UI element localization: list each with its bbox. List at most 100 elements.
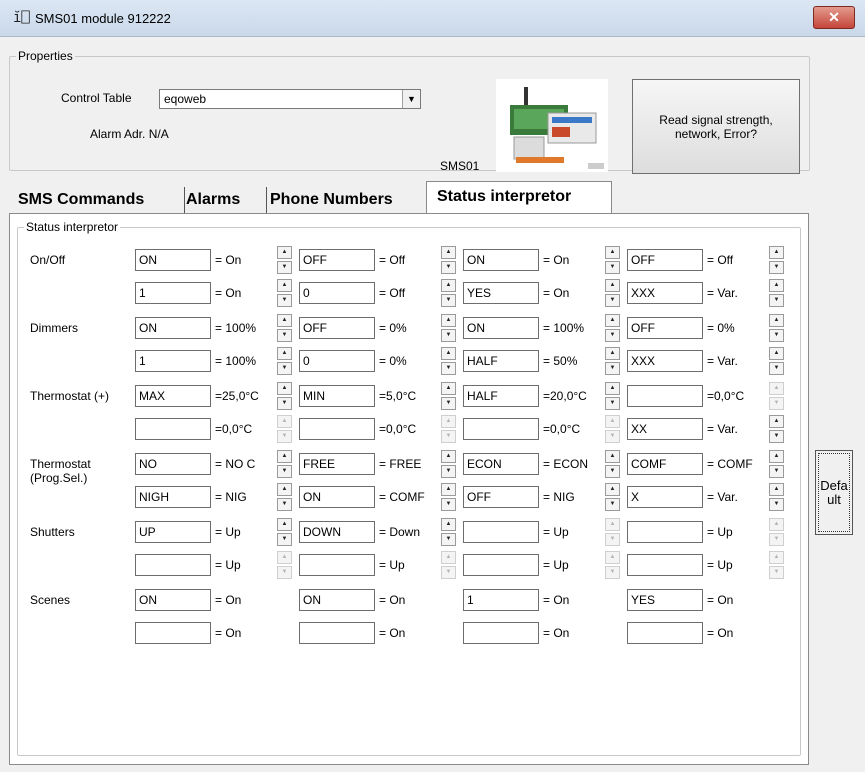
- spin-up-icon[interactable]: ▲: [769, 518, 784, 531]
- spin-up-icon[interactable]: ▲: [605, 314, 620, 327]
- spin-button[interactable]: ▲ ▼: [441, 246, 456, 274]
- spin-button[interactable]: ▲ ▼: [769, 382, 784, 410]
- spin-down-icon[interactable]: ▼: [769, 465, 784, 478]
- spin-down-icon[interactable]: ▼: [277, 498, 292, 511]
- status-value-input[interactable]: [135, 554, 211, 576]
- status-value-input[interactable]: ON: [299, 486, 375, 508]
- spin-up-icon[interactable]: ▲: [605, 450, 620, 463]
- spin-button[interactable]: ▲ ▼: [277, 483, 292, 511]
- spin-button[interactable]: ▲ ▼: [769, 518, 784, 546]
- status-value-input[interactable]: DOWN: [299, 521, 375, 543]
- spin-up-icon[interactable]: ▲: [605, 483, 620, 496]
- spin-button[interactable]: ▲ ▼: [605, 518, 620, 546]
- status-value-input[interactable]: OFF: [299, 317, 375, 339]
- spin-button[interactable]: ▲ ▼: [277, 551, 292, 579]
- spin-down-icon[interactable]: ▼: [277, 329, 292, 342]
- spin-up-icon[interactable]: ▲: [441, 279, 456, 292]
- spin-up-icon[interactable]: ▲: [605, 347, 620, 360]
- spin-down-icon[interactable]: ▼: [441, 430, 456, 443]
- status-value-input[interactable]: ON: [135, 317, 211, 339]
- spin-button[interactable]: ▲ ▼: [441, 279, 456, 307]
- status-value-input[interactable]: 0: [299, 350, 375, 372]
- spin-up-icon[interactable]: ▲: [277, 450, 292, 463]
- status-value-input[interactable]: 0: [299, 282, 375, 304]
- spin-up-icon[interactable]: ▲: [769, 279, 784, 292]
- status-value-input[interactable]: XX: [627, 418, 703, 440]
- tab-phone-numbers[interactable]: Phone Numbers: [266, 187, 428, 213]
- spin-up-icon[interactable]: ▲: [277, 518, 292, 531]
- control-table-select[interactable]: eqoweb ▼: [159, 89, 421, 109]
- spin-down-icon[interactable]: ▼: [441, 362, 456, 375]
- spin-down-icon[interactable]: ▼: [769, 362, 784, 375]
- spin-button[interactable]: ▲ ▼: [769, 246, 784, 274]
- status-value-input[interactable]: X: [627, 486, 703, 508]
- chevron-down-icon[interactable]: ▼: [402, 90, 420, 108]
- status-value-input[interactable]: XXX: [627, 350, 703, 372]
- status-value-input[interactable]: [463, 622, 539, 644]
- spin-up-icon[interactable]: ▲: [441, 450, 456, 463]
- spin-up-icon[interactable]: ▲: [605, 518, 620, 531]
- spin-down-icon[interactable]: ▼: [605, 533, 620, 546]
- spin-up-icon[interactable]: ▲: [277, 551, 292, 564]
- tab-sms-commands[interactable]: SMS Commands: [14, 187, 185, 213]
- status-value-input[interactable]: OFF: [299, 249, 375, 271]
- spin-up-icon[interactable]: ▲: [277, 246, 292, 259]
- spin-button[interactable]: ▲ ▼: [277, 347, 292, 375]
- default-button[interactable]: Defa ult: [815, 450, 853, 535]
- spin-up-icon[interactable]: ▲: [769, 450, 784, 463]
- status-value-input[interactable]: NIGH: [135, 486, 211, 508]
- title-bar[interactable]: ĭ⎕ SMS01 module 912222 ✕: [0, 0, 865, 37]
- spin-button[interactable]: ▲ ▼: [605, 450, 620, 478]
- spin-up-icon[interactable]: ▲: [277, 347, 292, 360]
- status-value-input[interactable]: [627, 622, 703, 644]
- spin-up-icon[interactable]: ▲: [605, 415, 620, 428]
- spin-up-icon[interactable]: ▲: [605, 279, 620, 292]
- spin-down-icon[interactable]: ▼: [277, 430, 292, 443]
- status-value-input[interactable]: [463, 521, 539, 543]
- status-value-input[interactable]: [299, 418, 375, 440]
- spin-button[interactable]: ▲ ▼: [769, 483, 784, 511]
- status-value-input[interactable]: [627, 385, 703, 407]
- status-value-input[interactable]: HALF: [463, 385, 539, 407]
- spin-up-icon[interactable]: ▲: [441, 314, 456, 327]
- spin-button[interactable]: ▲ ▼: [769, 551, 784, 579]
- spin-down-icon[interactable]: ▼: [441, 294, 456, 307]
- spin-down-icon[interactable]: ▼: [605, 261, 620, 274]
- spin-down-icon[interactable]: ▼: [605, 294, 620, 307]
- spin-up-icon[interactable]: ▲: [441, 415, 456, 428]
- status-value-input[interactable]: ON: [463, 249, 539, 271]
- status-value-input[interactable]: MAX: [135, 385, 211, 407]
- spin-down-icon[interactable]: ▼: [605, 465, 620, 478]
- spin-button[interactable]: ▲ ▼: [605, 382, 620, 410]
- spin-button[interactable]: ▲ ▼: [605, 246, 620, 274]
- spin-button[interactable]: ▲ ▼: [441, 347, 456, 375]
- spin-down-icon[interactable]: ▼: [441, 261, 456, 274]
- status-value-input[interactable]: [463, 554, 539, 576]
- spin-down-icon[interactable]: ▼: [605, 362, 620, 375]
- spin-button[interactable]: ▲ ▼: [605, 483, 620, 511]
- spin-down-icon[interactable]: ▼: [605, 397, 620, 410]
- status-value-input[interactable]: [299, 622, 375, 644]
- status-value-input[interactable]: YES: [627, 589, 703, 611]
- status-value-input[interactable]: UP: [135, 521, 211, 543]
- spin-down-icon[interactable]: ▼: [277, 566, 292, 579]
- spin-button[interactable]: ▲ ▼: [605, 415, 620, 443]
- spin-up-icon[interactable]: ▲: [441, 483, 456, 496]
- spin-up-icon[interactable]: ▲: [277, 279, 292, 292]
- status-value-input[interactable]: [463, 418, 539, 440]
- spin-button[interactable]: ▲ ▼: [277, 246, 292, 274]
- spin-button[interactable]: ▲ ▼: [441, 551, 456, 579]
- spin-up-icon[interactable]: ▲: [277, 415, 292, 428]
- status-value-input[interactable]: COMF: [627, 453, 703, 475]
- spin-button[interactable]: ▲ ▼: [769, 347, 784, 375]
- spin-up-icon[interactable]: ▲: [441, 551, 456, 564]
- spin-down-icon[interactable]: ▼: [441, 533, 456, 546]
- status-value-input[interactable]: OFF: [627, 317, 703, 339]
- spin-up-icon[interactable]: ▲: [769, 483, 784, 496]
- spin-button[interactable]: ▲ ▼: [605, 314, 620, 342]
- spin-up-icon[interactable]: ▲: [441, 246, 456, 259]
- spin-button[interactable]: ▲ ▼: [441, 415, 456, 443]
- tab-status-interpretor[interactable]: Status interpretor: [426, 181, 612, 213]
- spin-button[interactable]: ▲ ▼: [605, 347, 620, 375]
- spin-down-icon[interactable]: ▼: [769, 430, 784, 443]
